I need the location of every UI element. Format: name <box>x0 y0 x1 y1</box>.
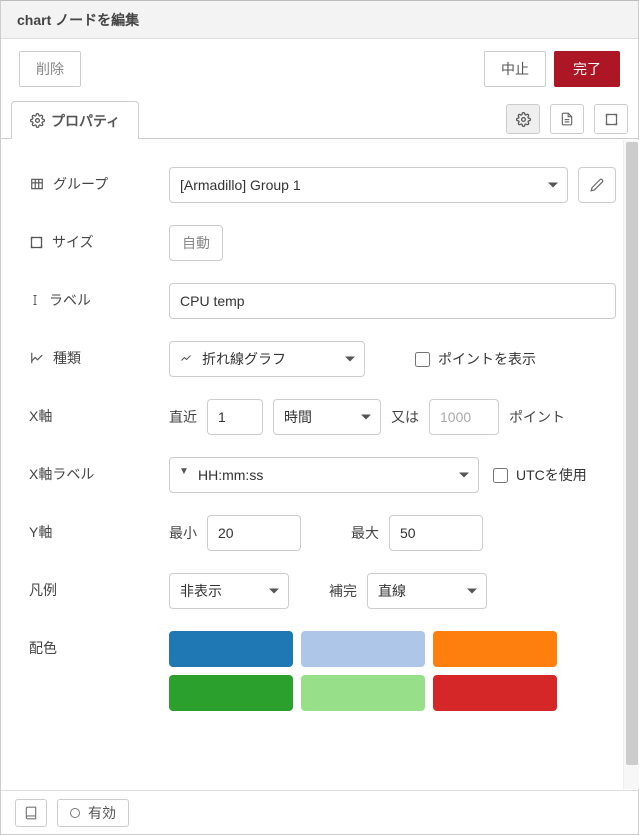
done-button[interactable]: 完了 <box>554 51 620 87</box>
delete-button[interactable]: 削除 <box>19 51 81 87</box>
pencil-icon <box>590 178 604 192</box>
row-size: サイズ 自動 <box>29 225 616 261</box>
enabled-label: 有効 <box>88 803 116 823</box>
enabled-toggle[interactable]: 有効 <box>57 799 129 827</box>
book-icon <box>24 806 38 820</box>
label-yaxis: Y軸 <box>29 515 159 549</box>
label-input[interactable] <box>169 283 616 319</box>
yaxis-max-input[interactable] <box>389 515 483 551</box>
settings-icon-button[interactable] <box>506 104 540 134</box>
label-xaxis-text: X軸 <box>29 405 52 427</box>
group-select[interactable]: [Armadillo] Group 1 <box>169 167 568 203</box>
show-points-label: ポイントを表示 <box>438 349 536 369</box>
gear-icon <box>516 112 531 127</box>
circle-icon <box>70 808 80 818</box>
label-size-text: サイズ <box>52 225 94 259</box>
utc-label: UTCを使用 <box>516 465 587 485</box>
xlabel-format-select[interactable]: HH:mm:ss <box>169 457 479 493</box>
yaxis-min-label: 最小 <box>169 515 197 551</box>
color-swatch-0[interactable] <box>169 631 293 667</box>
table-icon <box>29 177 45 191</box>
label-xlabel: X軸ラベル <box>29 457 159 485</box>
label-legend-text: 凡例 <box>29 573 57 607</box>
row-yaxis: Y軸 最小 最大 <box>29 515 616 551</box>
color-swatch-2[interactable] <box>433 631 557 667</box>
scrollbar-thumb[interactable] <box>626 142 638 765</box>
window-title: chart ノードを編集 <box>1 1 638 39</box>
label-colors-text: 配色 <box>29 631 57 665</box>
chart-line-icon <box>179 352 193 364</box>
utc-checkbox-wrap[interactable]: UTCを使用 <box>493 457 587 493</box>
label-legend: 凡例 <box>29 573 159 607</box>
description-icon-button[interactable] <box>550 104 584 134</box>
caret-down-icon: ▼ <box>179 466 189 477</box>
label-colors: 配色 <box>29 631 159 665</box>
row-legend: 凡例 非表示 補完 直線 <box>29 573 616 609</box>
action-bar: 削除 中止 完了 <box>1 39 638 99</box>
row-label: ラベル <box>29 283 616 319</box>
label-xlabel-text: X軸ラベル <box>29 463 94 485</box>
edit-group-button[interactable] <box>578 167 616 203</box>
yaxis-max-label: 最大 <box>351 515 379 551</box>
docs-button[interactable] <box>15 799 47 827</box>
footer: 有効 <box>1 790 638 834</box>
color-swatch-4[interactable] <box>301 675 425 711</box>
tab-bar: プロパティ <box>1 99 638 139</box>
xaxis-or-label: 又は <box>391 399 419 435</box>
text-cursor-icon <box>29 292 41 308</box>
color-grid <box>169 631 579 711</box>
label-xaxis: X軸 <box>29 399 159 427</box>
label-label: ラベル <box>29 283 159 317</box>
size-button[interactable]: 自動 <box>169 225 223 261</box>
label-group-text: グループ <box>53 167 108 201</box>
label-group: グループ <box>29 167 159 201</box>
chart-line-icon <box>29 351 45 365</box>
size-value: 自動 <box>182 233 210 253</box>
row-group: グループ [Armadillo] Group 1 <box>29 167 616 203</box>
tab-properties[interactable]: プロパティ <box>11 101 139 139</box>
color-swatch-1[interactable] <box>301 631 425 667</box>
row-colors: 配色 <box>29 631 616 711</box>
scrollbar-track[interactable] <box>623 140 639 789</box>
row-xlabel: X軸ラベル HH:mm:ss ▼ UTCを使用 <box>29 457 616 493</box>
show-points-checkbox[interactable] <box>415 352 430 367</box>
form-area: グループ [Armadillo] Group 1 サイズ 自動 <box>1 139 638 790</box>
xaxis-unit-select[interactable]: 時間 <box>273 399 381 435</box>
interp-select[interactable]: 直線 <box>367 573 487 609</box>
color-swatch-3[interactable] <box>169 675 293 711</box>
cancel-button[interactable]: 中止 <box>484 51 546 87</box>
show-points-checkbox-wrap[interactable]: ポイントを表示 <box>415 341 536 377</box>
xaxis-recent-label: 直近 <box>169 399 197 435</box>
interp-label: 補完 <box>329 573 357 609</box>
xaxis-num-input[interactable] <box>207 399 263 435</box>
gear-icon <box>30 113 45 128</box>
expand-icon <box>29 235 44 250</box>
row-xaxis: X軸 直近 時間 又は ポイント <box>29 399 616 435</box>
label-type-text: 種類 <box>53 341 81 375</box>
label-type: 種類 <box>29 341 159 375</box>
appearance-icon-button[interactable] <box>594 104 628 134</box>
row-type: 種類 折れ線グラフ ポイントを表示 <box>29 341 616 377</box>
window-title-text: chart ノードを編集 <box>17 10 139 30</box>
xaxis-points-input[interactable] <box>429 399 499 435</box>
xaxis-points-suffix: ポイント <box>509 399 565 435</box>
utc-checkbox[interactable] <box>493 468 508 483</box>
type-select[interactable]: 折れ線グラフ <box>169 341 365 377</box>
label-label-text: ラベル <box>49 283 91 317</box>
label-size: サイズ <box>29 225 159 259</box>
document-icon <box>560 111 574 127</box>
color-swatch-5[interactable] <box>433 675 557 711</box>
expand-icon <box>604 112 619 127</box>
tab-properties-label: プロパティ <box>51 111 120 131</box>
yaxis-min-input[interactable] <box>207 515 301 551</box>
legend-select[interactable]: 非表示 <box>169 573 289 609</box>
label-yaxis-text: Y軸 <box>29 515 52 549</box>
